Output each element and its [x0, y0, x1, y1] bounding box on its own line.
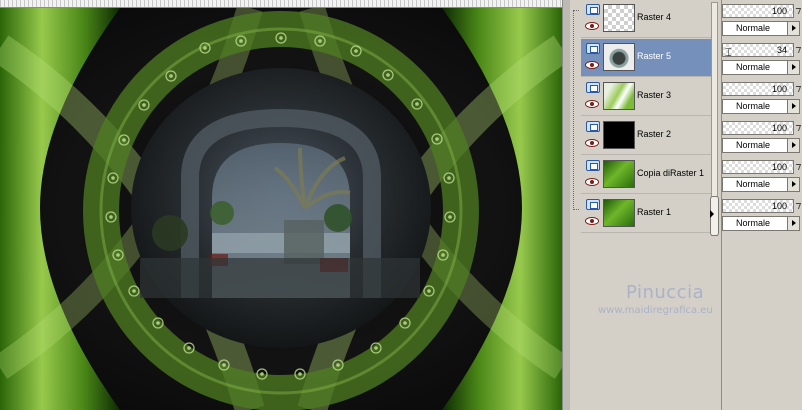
slider-end-icon: [793, 125, 802, 131]
layer-row-raster-5[interactable]: Raster 5: [581, 39, 715, 77]
layer-name: Raster 2: [637, 129, 672, 139]
blend-mode-value: Normale: [736, 23, 771, 33]
top-ruler: [0, 0, 562, 8]
text-cursor-icon: ⌶: [725, 46, 732, 59]
raster-layer-icon: [586, 43, 600, 54]
opacity-slider[interactable]: ⌶ 34: [722, 43, 794, 59]
triangle-right-icon[interactable]: [787, 100, 799, 113]
triangle-right-icon[interactable]: [787, 61, 799, 74]
canvas-artwork: [0, 8, 562, 410]
opacity-value: 100: [771, 162, 787, 172]
layer-props-raster-2: 100 Normale: [722, 119, 802, 157]
opacity-slider[interactable]: 100: [722, 4, 794, 18]
blend-mode-select[interactable]: Normale: [722, 99, 800, 114]
scroll-right-arrow-icon[interactable]: [710, 210, 714, 218]
layer-controls: [584, 119, 600, 153]
layer-props-raster-4: 100 Normale: [722, 2, 802, 40]
layer-row-raster-4[interactable]: Raster 4: [581, 0, 715, 38]
triangle-right-icon[interactable]: [787, 22, 799, 35]
opacity-slider[interactable]: 100: [722, 199, 794, 213]
opacity-value: 100: [771, 201, 787, 211]
raster-layer-icon: [586, 199, 600, 210]
opacity-slider[interactable]: 100: [722, 160, 794, 174]
layer-props-copia-di-raster-1: 100 Normale: [722, 158, 802, 196]
canvas-border: [562, 0, 570, 410]
slider-end-icon: [793, 164, 802, 170]
blend-mode-value: Normale: [736, 140, 771, 150]
layer-name: Raster 5: [637, 51, 672, 61]
raster-layer-icon: [586, 121, 600, 132]
opacity-value: 100: [771, 6, 787, 16]
triangle-right-icon[interactable]: [787, 217, 799, 230]
layer-props-raster-3: 100 Normale: [722, 80, 802, 118]
raster-layer-icon: [586, 82, 600, 93]
layer-row-raster-3[interactable]: Raster 3: [581, 78, 715, 116]
slider-end-icon: [793, 8, 802, 14]
layer-row-raster-1[interactable]: Raster 1: [581, 195, 715, 233]
layer-row-raster-2[interactable]: Raster 2: [581, 117, 715, 155]
blend-mode-select[interactable]: Normale: [722, 60, 800, 75]
slider-end-icon: [793, 86, 802, 92]
raster-layer-icon: [586, 4, 600, 15]
eye-icon[interactable]: [585, 178, 599, 186]
raster-layer-icon: [586, 160, 600, 171]
layer-controls: [584, 80, 600, 114]
blend-mode-value: Normale: [736, 218, 771, 228]
eye-icon[interactable]: [585, 100, 599, 108]
eye-icon[interactable]: [585, 139, 599, 147]
layer-controls: [584, 41, 600, 75]
triangle-right-icon[interactable]: [787, 139, 799, 152]
layer-thumbnail: [603, 121, 635, 149]
layer-controls: [584, 197, 600, 231]
layer-thumbnail: [603, 199, 635, 227]
blend-mode-select[interactable]: Normale: [722, 21, 800, 36]
layer-name: Raster 1: [637, 207, 672, 217]
layer-controls: [584, 2, 600, 36]
layers-palette: Raster 4 Raster 5 Raster 3 Raster 2 Copi…: [570, 0, 802, 410]
opacity-slider[interactable]: 100: [722, 121, 794, 135]
blend-mode-select[interactable]: Normale: [722, 177, 800, 192]
blend-mode-select[interactable]: Normale: [722, 216, 800, 231]
blend-mode-value: Normale: [736, 179, 771, 189]
watermark-title: Pinuccia: [626, 282, 705, 303]
layer-props-raster-1: 100 Normale: [722, 197, 802, 235]
layer-thumbnail: [603, 82, 635, 110]
slider-end-icon: [793, 203, 802, 209]
layer-props-raster-5: ⌶ 34 Normale: [722, 41, 802, 79]
slider-end-icon: [793, 47, 802, 53]
eye-icon[interactable]: [585, 22, 599, 30]
blend-mode-value: Normale: [736, 62, 771, 72]
layer-name: Raster 4: [637, 12, 672, 22]
psp-workspace: Raster 4 Raster 5 Raster 3 Raster 2 Copi…: [0, 0, 802, 410]
layer-name: Raster 3: [637, 90, 672, 100]
triangle-right-icon[interactable]: [787, 178, 799, 191]
layer-thumbnail: [603, 4, 635, 32]
layer-controls: [584, 158, 600, 192]
eye-icon[interactable]: [585, 217, 599, 225]
watermark-url: www.maidiregrafica.eu: [598, 305, 713, 316]
opacity-slider[interactable]: 100: [722, 82, 794, 96]
layer-thumbnail: [603, 43, 635, 71]
opacity-value: 100: [771, 84, 787, 94]
opacity-value: 34: [776, 45, 787, 55]
image-canvas[interactable]: [0, 0, 562, 410]
opacity-value: 100: [771, 123, 787, 133]
blend-mode-value: Normale: [736, 101, 771, 111]
blend-mode-select[interactable]: Normale: [722, 138, 800, 153]
eye-icon[interactable]: [585, 61, 599, 69]
layer-group-line: [573, 10, 579, 210]
layer-row-copia-di-raster-1[interactable]: Copia diRaster 1: [581, 156, 715, 194]
layer-name: Copia diRaster 1: [637, 168, 705, 178]
layer-thumbnail: [603, 160, 635, 188]
